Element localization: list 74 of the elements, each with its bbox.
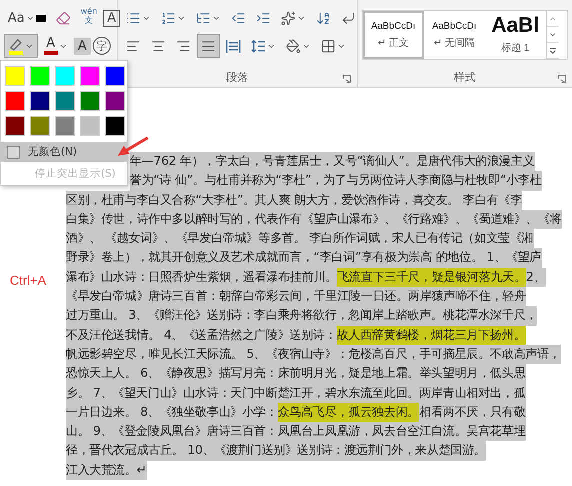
align-center-icon: [151, 38, 166, 54]
highlighted-text: 众鸟高飞尽，孤云独去闲。: [278, 402, 420, 422]
sort-icon: [316, 10, 331, 26]
document-text: 《早发白帝城》唐诗三百首：朝辞白帝彩云间，千里江陵一日还。两岸猿声啼不住，轻舟: [66, 287, 526, 306]
color-swatch[interactable]: [105, 66, 125, 86]
indent-icon: [256, 10, 271, 26]
document-text: 径，晋代衣冠成古丘。 10、《渡荆门送别》送别诗：渡远荆门外，来从楚国游。: [66, 441, 486, 461]
highlight-button[interactable]: [4, 34, 38, 58]
color-swatch[interactable]: [80, 116, 100, 136]
phonetic-guide-button[interactable]: wén 文: [76, 6, 102, 30]
justify-button[interactable]: [197, 34, 220, 58]
highlighted-text: 故人西辞黄鹤楼，烟花三月下扬州。: [336, 326, 526, 345]
document-text: 过万重山。 3、《赠汪伦》送别诗：李白乘舟将欲行，忽闻岸上踏歌声。桃花潭水深千尺，: [66, 306, 538, 326]
dialog-launcher-icon[interactable]: [558, 75, 566, 83]
document-text: 不及汪伦送我情。 4、《送孟浩然之广陵》送别诗：: [66, 326, 337, 345]
document-text: 年—762 年），字太白，号青莲居士，又号“谪仙人”。是唐代伟大的浪漫主义: [130, 152, 535, 172]
color-swatch[interactable]: [105, 116, 125, 136]
color-swatch[interactable]: [55, 66, 75, 86]
menu-item[interactable]: 无颜色(N): [1, 142, 127, 162]
document-text: 誉为“诗 仙”。与杜甫并称为“李杜”，为了与另两位诗人李商隐与杜牧即“小李杜: [130, 171, 542, 191]
document-text: 瀑布》山水诗：日照香炉生紫烟，遥看瀑布挂前川。: [66, 268, 338, 288]
color-swatch[interactable]: [105, 91, 125, 111]
document-text: 相看两不厌，只有敬: [419, 402, 526, 422]
line-spacing-icon: [251, 38, 266, 54]
color-swatch[interactable]: [30, 116, 50, 136]
document-text: 2、: [526, 268, 546, 288]
distribute-icon: [226, 38, 241, 54]
justify-icon: [201, 38, 216, 54]
color-swatch[interactable]: [55, 116, 75, 136]
enclose-characters-button[interactable]: 字: [92, 37, 111, 55]
document-text: 一片日边来。 8、《独坐敬亭山》小学：: [66, 402, 278, 422]
character-shading-button[interactable]: A: [74, 38, 91, 54]
color-swatch[interactable]: [5, 116, 25, 136]
highlighter-icon: [8, 37, 24, 55]
numbered-list-icon: [161, 10, 176, 26]
document-text: 区别，杜甫与李白又合称“大李杜”。其人爽 朗大方，爱饮酒作诗，喜交友。 李白有《李: [66, 190, 522, 210]
document-text: 山。 9、《登金陵凤凰台》唐诗三百首：凤凰台上凤凰游，凤去台空江自流。吴宫花草埋: [66, 422, 526, 442]
return-arrow-icon: [341, 10, 356, 26]
document-text: 野录》卷上），就其开创意义及艺术成就而言，“李白词”享有极为崇高 的地位。 1、《望庐: [66, 248, 542, 268]
document-text: 乡。 7、《望天门山》山水诗：天门中断楚江开，碧水东流至此回。两岸青山相对出，孤: [66, 384, 526, 403]
eraser-icon: [56, 10, 71, 26]
color-swatch[interactable]: [30, 66, 50, 86]
bullet-list-icon: [126, 10, 141, 26]
group-label: 样式: [454, 70, 476, 84]
tree-list-icon: [196, 10, 211, 26]
outdent-icon: [231, 10, 246, 26]
empty-swatch-icon: [7, 146, 20, 158]
swatch-icon: [36, 14, 46, 22]
font-color-button[interactable]: A: [40, 34, 72, 58]
color-swatch[interactable]: [5, 66, 25, 86]
character-border-button[interactable]: A: [103, 10, 120, 26]
style-option[interactable]: AaBbCcDı ↵ 正文: [363, 11, 424, 59]
change-case-button[interactable]: Aa: [4, 6, 50, 30]
document-text: 酒》、 《越女词》、《早发白帝城》等多首。 李白所作词赋，宋人已有传记（如文莹《湘: [66, 229, 534, 248]
color-swatch[interactable]: [80, 91, 100, 111]
color-swatch[interactable]: [30, 91, 50, 111]
color-swatch[interactable]: [80, 66, 100, 86]
paint-bucket-icon: [286, 38, 301, 54]
color-bar-icon: [44, 51, 58, 55]
color-swatch[interactable]: [55, 91, 75, 111]
dialog-launcher-icon[interactable]: [343, 75, 351, 83]
align-right-icon: [176, 38, 191, 54]
document-text: 帆远影碧空尽，唯见长江天际流。 5、《夜宿山寺》：危楼高百尺，手可摘星辰。不敢高声语，: [66, 344, 562, 364]
color-swatch[interactable]: [5, 91, 25, 111]
grid-icon: [321, 38, 336, 54]
align-left-icon: [126, 38, 141, 54]
highlighted-text: 飞流直下三千尺，疑是银河落九天。: [337, 268, 526, 288]
document-text: 恐惊天上人。 6、《静夜思》描写月亮：床前明月光，疑是地上霜。举头望明月，低头思: [66, 364, 526, 384]
document-text: 江入大荒流。↵: [66, 460, 147, 480]
sparkle-icon: [281, 10, 296, 26]
group-label: 段落: [226, 70, 248, 84]
expand-icon: [549, 46, 557, 54]
shortcut-note: Ctrl+A: [10, 273, 46, 288]
document-text: 白集》传世，诗作中多以醉时写的，代表作有《望庐山瀑布》、《行路难》、《蜀道难》、《将: [66, 210, 562, 230]
